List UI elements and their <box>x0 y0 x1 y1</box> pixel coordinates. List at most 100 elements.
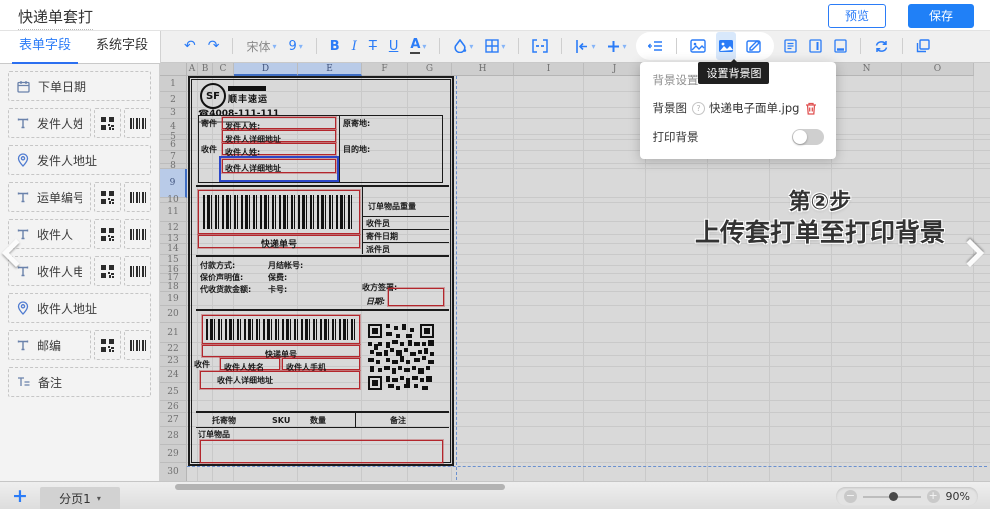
font-size-select[interactable]: 9 ▾ <box>287 34 305 58</box>
row-header[interactable]: 2 <box>160 92 187 108</box>
row-header[interactable]: 9 <box>160 169 187 198</box>
font-color-button[interactable]: A ▾ <box>408 34 428 58</box>
column-header[interactable]: C <box>213 63 234 76</box>
italic-button[interactable]: I <box>350 34 359 58</box>
qrcode-option[interactable] <box>94 182 121 212</box>
column-header[interactable]: I <box>514 63 584 76</box>
column-header[interactable]: G <box>408 63 452 76</box>
field-sender-name[interactable]: 发件人姓: <box>222 117 336 129</box>
sidebar-item-waybill-number[interactable]: 运单编号 <box>8 182 91 212</box>
row-header[interactable]: 14 <box>160 244 187 255</box>
print-background-toggle[interactable] <box>792 129 824 145</box>
border-button[interactable]: ▾ <box>483 34 507 58</box>
barcode-option[interactable] <box>124 182 151 212</box>
field-recipient-name-2[interactable]: 收件人姓名 <box>220 358 280 370</box>
page-tab[interactable]: 分页1 ▾ <box>40 487 120 509</box>
row-header[interactable]: 13 <box>160 235 187 244</box>
barcode-option[interactable] <box>124 256 151 286</box>
column-header[interactable]: D <box>234 63 298 76</box>
undo-button[interactable]: ↶ <box>182 34 198 58</box>
copy-button[interactable] <box>914 34 932 58</box>
row-header[interactable]: 3 <box>160 108 187 119</box>
column-header[interactable]: E <box>298 63 362 76</box>
sidebar-item-order-date[interactable]: 下单日期 <box>8 71 151 101</box>
field-waybill-number-2[interactable]: 快递单号 <box>202 345 360 357</box>
row-header[interactable]: 26 <box>160 401 187 413</box>
save-button[interactable]: 保存 <box>908 4 974 28</box>
row-header[interactable]: 21 <box>160 323 187 343</box>
row-header[interactable]: 22 <box>160 343 187 356</box>
field-sender-address[interactable]: 发件人详细地址 <box>222 130 336 142</box>
redo-button[interactable]: ↷ <box>206 34 222 58</box>
zoom-slider[interactable] <box>863 496 921 498</box>
row-header[interactable]: 28 <box>160 427 187 445</box>
design-canvas[interactable]: ABCDEFGHIJKLMNO 123456789101112131415161… <box>160 63 990 481</box>
preview-button[interactable]: 预览 <box>828 4 886 28</box>
field-waybill-number-1[interactable]: 快递单号 <box>198 235 360 248</box>
sidebar-item-sender-name[interactable]: 发件人姓名 <box>8 108 91 138</box>
column-header[interactable]: A <box>187 63 198 76</box>
column-header[interactable]: B <box>198 63 213 76</box>
field-recipient-address-2[interactable]: 收件人详细地址 <box>200 371 360 389</box>
insert-button[interactable]: ▾ <box>605 34 628 58</box>
field-order-items[interactable] <box>200 440 443 463</box>
column-header[interactable]: N <box>832 63 902 76</box>
edit-image-button[interactable] <box>744 34 764 58</box>
tab-system-fields[interactable]: 系统字段 <box>92 30 152 62</box>
row-header[interactable]: 11 <box>160 203 187 222</box>
row-header[interactable]: 18 <box>160 283 187 292</box>
insert-image-button[interactable] <box>688 34 708 58</box>
row-header[interactable]: 30 <box>160 463 187 481</box>
doc-column-button[interactable] <box>807 34 824 58</box>
column-header[interactable]: O <box>902 63 974 76</box>
field-recipient-address-selected[interactable]: 收件人详细地址 <box>219 156 339 182</box>
field-barcode-1[interactable] <box>198 190 360 234</box>
row-header[interactable]: 6 <box>160 140 187 151</box>
qrcode-option[interactable] <box>94 330 121 360</box>
zoom-slider-knob[interactable] <box>889 492 898 501</box>
font-family-select[interactable]: 宋体 ▾ <box>244 34 278 58</box>
qrcode-option[interactable] <box>94 256 121 286</box>
row-header[interactable]: 27 <box>160 413 187 427</box>
row-header[interactable]: 1 <box>160 76 187 92</box>
indent-button[interactable] <box>646 34 665 58</box>
field-date[interactable] <box>388 288 444 306</box>
row-header[interactable]: 29 <box>160 445 187 463</box>
field-barcode-2[interactable] <box>202 315 360 344</box>
add-page-button[interactable]: + <box>12 485 28 507</box>
sidebar-item-recipient-address[interactable]: 收件人地址 <box>8 293 151 323</box>
barcode-option[interactable] <box>124 330 151 360</box>
column-header[interactable]: J <box>584 63 646 76</box>
row-header[interactable]: 23 <box>160 356 187 367</box>
field-recipient-mobile[interactable]: 收件人手机 <box>282 358 360 370</box>
barcode-option[interactable] <box>124 219 151 249</box>
row-header[interactable]: 19 <box>160 292 187 306</box>
row-header[interactable]: 25 <box>160 383 187 401</box>
strikethrough-button[interactable]: T <box>367 34 379 58</box>
qrcode-option[interactable] <box>94 219 121 249</box>
sidebar-item-remark[interactable]: 备注 <box>8 367 151 397</box>
align-button[interactable]: ▾ <box>573 34 597 58</box>
column-header[interactable]: F <box>362 63 408 76</box>
merge-cells-button[interactable] <box>530 34 550 58</box>
row-header[interactable]: 24 <box>160 367 187 383</box>
help-icon[interactable]: ? <box>692 102 705 115</box>
underline-button[interactable]: U <box>387 34 401 58</box>
column-header[interactable]: H <box>452 63 514 76</box>
field-recipient-name[interactable]: 收件人姓: <box>222 143 336 155</box>
sidebar-item-postcode[interactable]: 邮编 <box>8 330 91 360</box>
select-all-corner[interactable] <box>160 63 187 76</box>
row-header[interactable]: 20 <box>160 306 187 323</box>
qrcode-option[interactable] <box>94 108 121 138</box>
sidebar-item-sender-address[interactable]: 发件人地址 <box>8 145 151 175</box>
delete-icon[interactable] <box>805 102 817 115</box>
zoom-in-button[interactable]: + <box>927 490 940 503</box>
doc-lines-button[interactable] <box>782 34 799 58</box>
barcode-option[interactable] <box>124 108 151 138</box>
bold-button[interactable]: B <box>328 34 342 58</box>
fill-color-button[interactable]: ▾ <box>451 34 475 58</box>
horizontal-scrollbar[interactable] <box>175 484 505 490</box>
doc-footer-button[interactable] <box>832 34 849 58</box>
tab-form-fields[interactable]: 表单字段 <box>12 30 78 64</box>
zoom-out-button[interactable]: − <box>844 490 857 503</box>
